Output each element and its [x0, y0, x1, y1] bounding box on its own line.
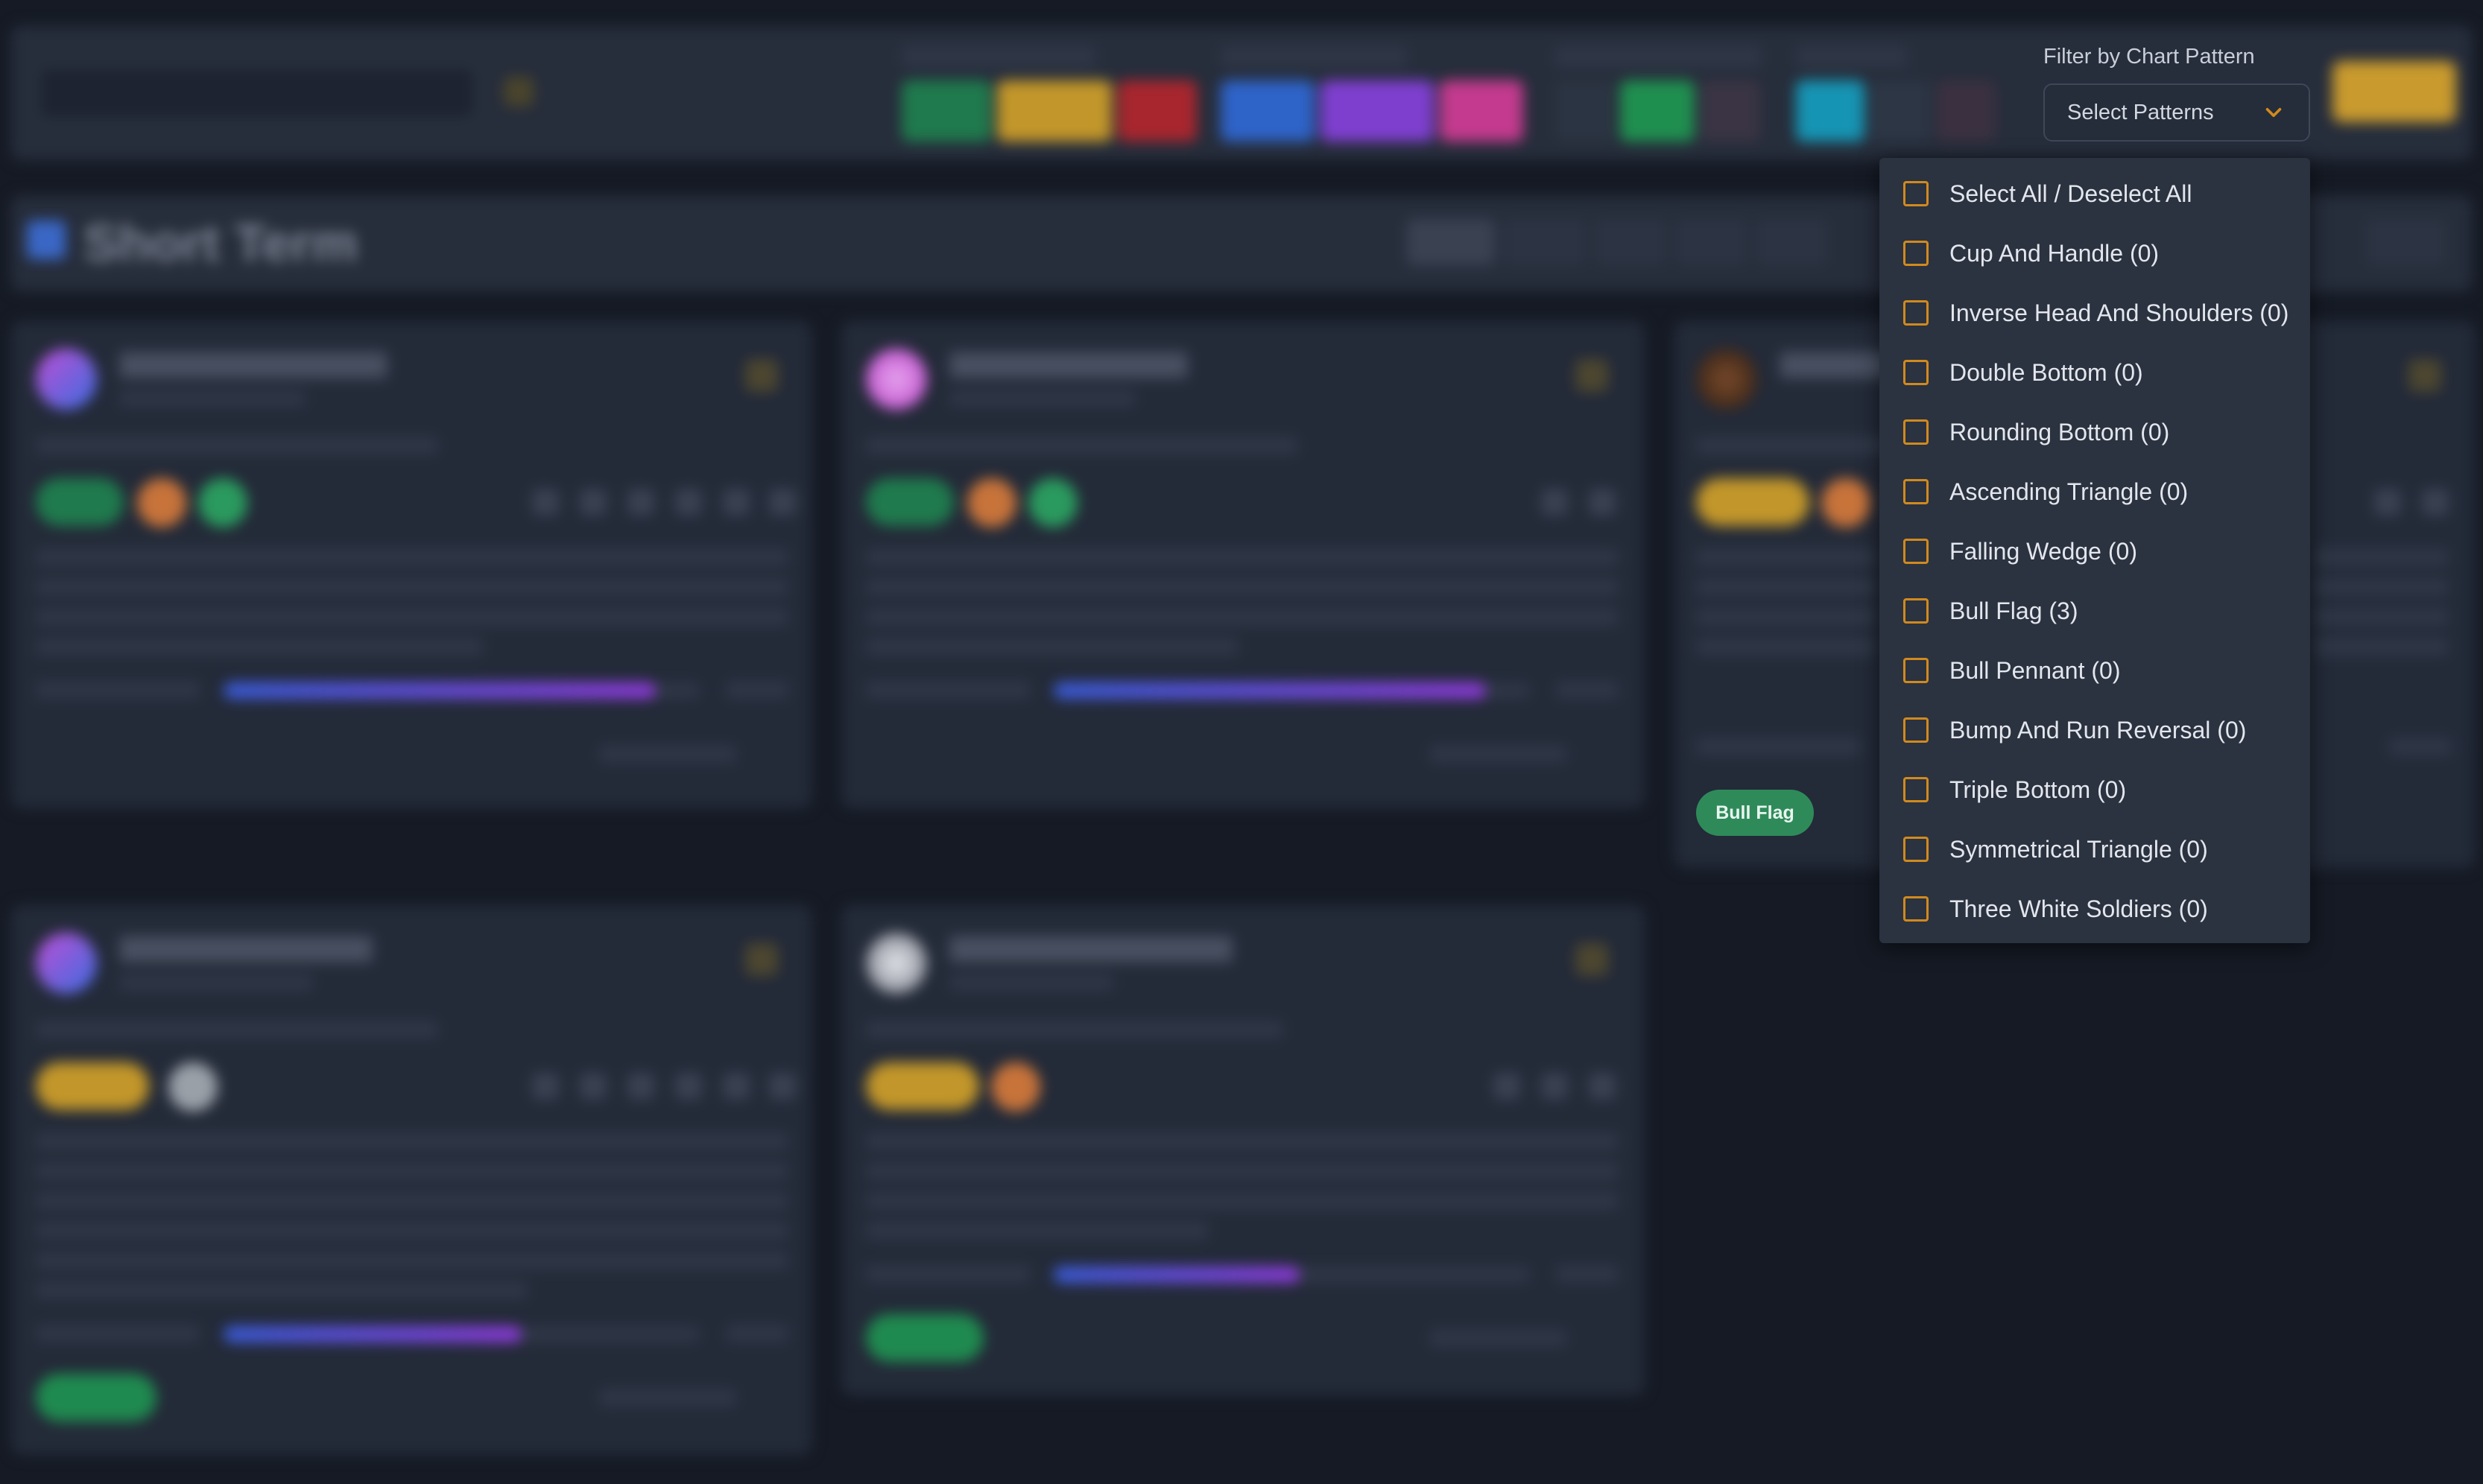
pattern-option[interactable]: Triple Bottom (0) — [1879, 760, 2310, 819]
stock-card[interactable] — [841, 904, 1645, 1396]
pattern-option[interactable]: Ascending Triangle (0) — [1879, 462, 2310, 521]
checkbox[interactable] — [1903, 479, 1929, 504]
chevron-down-icon — [2261, 100, 2286, 125]
stock-logo — [866, 349, 927, 410]
pattern-options-menu: Select All / Deselect All Cup And Handle… — [1879, 158, 2310, 943]
section-title: Short Term — [83, 214, 358, 272]
pattern-option[interactable]: Rounding Bottom (0) — [1879, 402, 2310, 462]
checkbox[interactable] — [1903, 598, 1929, 624]
interval-4[interactable] — [1675, 219, 1747, 265]
checkbox[interactable] — [1903, 181, 1929, 206]
chip-dark-4[interactable] — [1936, 80, 1996, 142]
pattern-option-label: Rounding Bottom (0) — [1949, 418, 2170, 445]
chip-dark-1[interactable] — [1554, 80, 1614, 142]
pattern-option-label: Symmetrical Triangle (0) — [1949, 835, 2208, 863]
pattern-option-label: Select All / Deselect All — [1949, 180, 2192, 207]
pattern-option-label: Bull Pennant (0) — [1949, 656, 2121, 684]
watchlist-checkbox[interactable] — [504, 77, 534, 107]
chip-dark-2[interactable] — [1701, 80, 1760, 142]
checkbox[interactable] — [1903, 300, 1929, 326]
apply-button[interactable] — [2332, 61, 2456, 122]
chip-red[interactable] — [1118, 80, 1197, 142]
edit-icon[interactable] — [1575, 359, 1608, 392]
edit-icon[interactable] — [1575, 943, 1608, 976]
checkbox[interactable] — [1903, 777, 1929, 802]
pattern-option-label: Cup And Handle (0) — [1949, 239, 2160, 267]
pattern-option[interactable]: Inverse Head And Shoulders (0) — [1879, 283, 2310, 343]
pattern-option-label: Three White Soldiers (0) — [1949, 895, 2208, 922]
stock-card[interactable] — [841, 320, 1645, 809]
edit-icon[interactable] — [745, 943, 778, 976]
stock-logo — [36, 349, 97, 410]
chip-dark-3[interactable] — [1870, 80, 1930, 142]
chip-group-2 — [1221, 46, 1523, 142]
sort-button[interactable] — [2367, 219, 2446, 265]
stock-logo — [36, 933, 97, 994]
pattern-option[interactable]: Cup And Handle (0) — [1879, 223, 2310, 283]
chip-group-3 — [1554, 46, 1762, 142]
pattern-badge: Bull Flag — [1696, 790, 1814, 836]
pattern-option[interactable]: Bump And Run Reversal (0) — [1879, 700, 2310, 760]
chip-purple[interactable] — [1320, 80, 1434, 142]
pattern-option-label: Double Bottom (0) — [1949, 358, 2143, 386]
stock-card[interactable] — [10, 904, 812, 1456]
pattern-select-dropdown[interactable]: Select Patterns — [2043, 83, 2310, 142]
chip-yellow[interactable] — [997, 80, 1112, 142]
stock-card[interactable] — [10, 320, 812, 809]
pattern-option[interactable]: Symmetrical Triangle (0) — [1879, 819, 2310, 879]
pattern-option[interactable]: Bull Flag (3) — [1879, 581, 2310, 641]
chip-pink[interactable] — [1440, 80, 1523, 142]
screen: Short Term Bull Flag Filter by Chart Pat… — [0, 0, 2483, 1484]
pattern-option[interactable]: Double Bottom (0) — [1879, 343, 2310, 402]
pattern-select-placeholder: Select Patterns — [2067, 100, 2214, 124]
pattern-option[interactable]: Select All / Deselect All — [1879, 164, 2310, 223]
pattern-option-label: Ascending Triangle (0) — [1949, 478, 2189, 505]
edit-icon[interactable] — [745, 359, 778, 392]
pattern-option-label: Bump And Run Reversal (0) — [1949, 716, 2247, 743]
section-icon — [27, 221, 66, 259]
chip-group-4 — [1796, 46, 1996, 142]
checkbox[interactable] — [1903, 360, 1929, 385]
checkbox[interactable] — [1903, 896, 1929, 922]
interval-5[interactable] — [1756, 219, 1827, 265]
checkbox[interactable] — [1903, 658, 1929, 683]
pattern-option[interactable]: Falling Wedge (0) — [1879, 521, 2310, 581]
checkbox[interactable] — [1903, 717, 1929, 743]
search-input[interactable] — [39, 67, 475, 119]
checkbox[interactable] — [1903, 837, 1929, 862]
pattern-option[interactable]: Bull Pennant (0) — [1879, 641, 2310, 700]
chip-green-2[interactable] — [1620, 80, 1695, 142]
interval-2[interactable] — [1504, 219, 1586, 265]
interval-1[interactable] — [1407, 219, 1495, 265]
chip-blue[interactable] — [1221, 80, 1315, 142]
pattern-option-label: Triple Bottom (0) — [1949, 776, 2127, 803]
pattern-option[interactable]: Three White Soldiers (0) — [1879, 879, 2310, 939]
interval-3[interactable] — [1595, 219, 1666, 265]
chip-cyan[interactable] — [1796, 80, 1864, 142]
watchlist-toggle[interactable] — [504, 74, 547, 109]
pattern-option-label: Bull Flag (3) — [1949, 597, 2078, 624]
pattern-option-label: Falling Wedge (0) — [1949, 537, 2137, 565]
edit-icon[interactable] — [2408, 359, 2441, 392]
stock-logo — [866, 933, 927, 994]
interval-label — [1222, 219, 1394, 265]
checkbox[interactable] — [1903, 241, 1929, 266]
chip-green[interactable] — [902, 80, 991, 142]
stock-logo — [1696, 349, 1757, 410]
filter-label: Filter by Chart Pattern — [2043, 45, 2255, 69]
checkbox[interactable] — [1903, 419, 1929, 445]
checkbox[interactable] — [1903, 539, 1929, 564]
pattern-option-label: Inverse Head And Shoulders (0) — [1949, 299, 2289, 326]
chip-group-1 — [902, 46, 1197, 142]
